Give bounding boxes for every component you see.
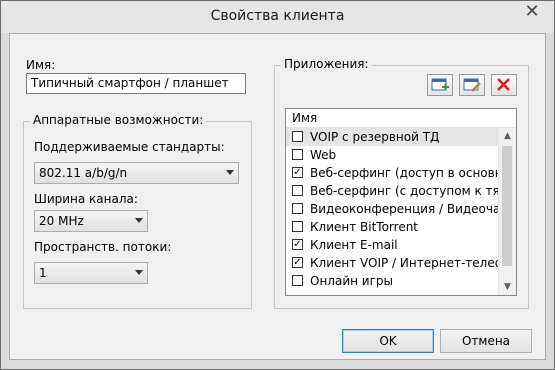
list-item[interactable]: Веб-серфинг (с доступом к тяж... bbox=[286, 182, 516, 200]
list-scrollbar[interactable]: ▲ ▼ bbox=[498, 128, 516, 295]
scroll-down-icon[interactable]: ▼ bbox=[499, 279, 516, 295]
title-bar: Свойства клиента ✕ bbox=[1, 1, 554, 33]
channel-select[interactable]: 20 MHz bbox=[34, 210, 148, 232]
streams-label: Пространств. потоки: bbox=[34, 240, 172, 254]
streams-select[interactable]: 1 bbox=[34, 262, 148, 284]
list-item-label: Веб-серфинг (доступ в основно... bbox=[310, 166, 516, 180]
list-item[interactable]: Web bbox=[286, 146, 516, 164]
streams-value: 1 bbox=[39, 266, 47, 280]
chevron-down-icon bbox=[135, 218, 143, 223]
apps-legend: Приложения: bbox=[281, 57, 372, 71]
checkbox-checked[interactable]: ✓ bbox=[292, 167, 303, 178]
list-column-header[interactable]: Имя bbox=[286, 109, 516, 128]
checkbox[interactable] bbox=[292, 131, 303, 142]
hardware-legend: Аппаратные возможности: bbox=[30, 113, 207, 127]
dialog-title: Свойства клиента bbox=[210, 8, 345, 24]
channel-value: 20 MHz bbox=[39, 214, 84, 228]
list-item[interactable]: ✓ Клиент VOIP / Интернет-телефо... bbox=[286, 254, 516, 272]
apps-rows: VOIP с резервной ТД Web ✓ Веб-серфинг (дост… bbox=[286, 128, 516, 290]
name-field[interactable]: Типичный смартфон / планшет bbox=[26, 73, 246, 94]
standards-select[interactable]: 802.11 a/b/g/n bbox=[34, 162, 239, 184]
dialog-body: Имя: Типичный смартфон / планшет Аппарат… bbox=[9, 33, 546, 360]
edit-icon bbox=[463, 78, 481, 92]
chevron-down-icon bbox=[135, 270, 143, 275]
add-icon bbox=[431, 78, 449, 91]
name-label: Имя: bbox=[26, 58, 56, 72]
list-item-label: VOIP с резервной ТД bbox=[310, 130, 440, 144]
checkbox-checked[interactable]: ✓ bbox=[292, 239, 303, 250]
list-item[interactable]: Видеоконференция / Видеочат bbox=[286, 200, 516, 218]
list-item-label: Web bbox=[310, 148, 337, 162]
list-item[interactable]: Клиент BitTorrent bbox=[286, 218, 516, 236]
cancel-button[interactable]: Отмена bbox=[440, 329, 532, 353]
list-item-label: Онлайн игры bbox=[310, 274, 393, 288]
delete-icon bbox=[497, 78, 510, 91]
checkbox-checked[interactable]: ✓ bbox=[292, 257, 303, 268]
ok-button[interactable]: OK bbox=[342, 329, 434, 353]
list-item[interactable]: Онлайн игры bbox=[286, 272, 516, 290]
close-icon[interactable]: ✕ bbox=[518, 1, 546, 23]
list-item-label: Клиент VOIP / Интернет-телефо... bbox=[310, 256, 516, 270]
checkbox[interactable] bbox=[292, 221, 303, 232]
dialog-window: Свойства клиента ✕ Имя: Типичный смартфо… bbox=[0, 0, 555, 370]
edit-app-button[interactable] bbox=[459, 74, 485, 96]
list-item[interactable]: ✓ Веб-серфинг (доступ в основно... bbox=[286, 164, 516, 182]
scroll-thumb[interactable] bbox=[502, 146, 512, 266]
standards-value: 802.11 a/b/g/n bbox=[39, 166, 128, 180]
list-item[interactable]: VOIP с резервной ТД bbox=[286, 128, 516, 146]
scroll-up-icon[interactable]: ▲ bbox=[499, 128, 516, 144]
checkbox[interactable] bbox=[292, 203, 303, 214]
checkbox[interactable] bbox=[292, 149, 303, 160]
checkbox[interactable] bbox=[292, 185, 303, 196]
list-item-label: Клиент BitTorrent bbox=[310, 220, 419, 234]
list-item-label: Клиент E-mail bbox=[310, 238, 398, 252]
channel-label: Ширина канала: bbox=[34, 192, 138, 206]
chevron-down-icon bbox=[226, 170, 234, 175]
list-item[interactable]: ✓ Клиент E-mail bbox=[286, 236, 516, 254]
standards-label: Поддерживаемые стандарты: bbox=[34, 140, 225, 154]
checkbox[interactable] bbox=[292, 275, 303, 286]
list-item-label: Видеоконференция / Видеочат bbox=[310, 202, 508, 216]
delete-app-button[interactable] bbox=[491, 74, 517, 96]
add-app-button[interactable] bbox=[427, 74, 453, 96]
apps-list[interactable]: Имя VOIP с резервной ТД Web ✓ Веб-серфинг (… bbox=[285, 108, 517, 296]
list-item-label: Веб-серфинг (с доступом к тяж... bbox=[310, 184, 516, 198]
